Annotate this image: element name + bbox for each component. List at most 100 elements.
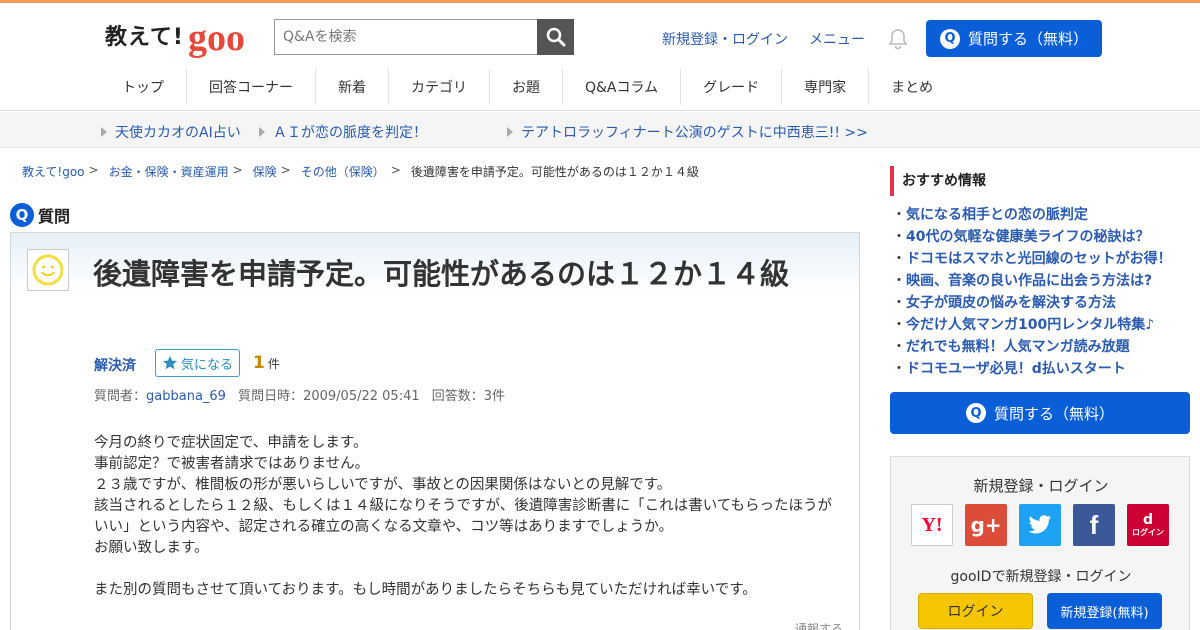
recommend-item[interactable]: だれでも無料！人気マンガ読み放題 [892,336,1192,358]
ask-question-button[interactable]: Q 質問する（無料） [926,20,1102,57]
menu-link[interactable]: メニュー [809,29,865,49]
promo-link-3[interactable]: テアトロラッフィナート公演のゲストに中西恵三!! >> [507,122,868,142]
nav-top[interactable]: トップ [100,69,187,105]
d-account-label: ログイン [1132,527,1164,537]
nav-grade[interactable]: グレード [681,69,783,105]
d-account-icon: d [1142,511,1154,528]
body-line: 該当されるとしたら１２級、もしくは１４級になりそうですが、後遺障害診断書に「これ… [94,498,833,535]
recommend-item[interactable]: 気になる相手との恋の脈判定 [892,204,1192,226]
body-blank-line [94,559,844,580]
smiley-avatar-icon [32,254,64,286]
body-line: ２３歳ですが、椎間板の形が悪いらしいですが、事故との因果関係はないとの見解です。 [94,477,672,493]
breadcrumb-home[interactable]: 教えて!goo [22,163,85,180]
yahoo-login-button[interactable]: Y! [911,504,953,546]
body-line: お願い致します。 [94,540,209,556]
question-section-label: Q 質問 [10,203,70,227]
answer-count: 回答数：3件 [431,389,506,404]
question-date: 質問日時：2009/05/22 05:41 [238,389,420,404]
question-meta: 質問者：gabbana_69 質問日時：2009/05/22 05:41 回答数… [94,385,505,404]
question-box: 後遺障害を申請予定。可能性があるのは１２か１４級 解決済 気になる 1 件 質問… [10,232,860,630]
promo-link-2[interactable]: ＡＩが恋の脈度を判定！ [259,122,427,142]
question-body: 今月の終りで症状固定で、申請をします。 事前認定？で被害者請求ではありません。 … [94,433,844,601]
nav-matome[interactable]: まとめ [869,69,955,105]
recommend-item[interactable]: ドコモはスマホと光回線のセットがお得！ [892,248,1192,270]
breadcrumb-separator: > [390,163,401,177]
recommend-item[interactable]: 40代の気軽な健康美ライフの秘訣は？ [892,226,1192,248]
arrow-right-icon [507,127,513,137]
nav-experts[interactable]: 専門家 [782,69,870,105]
register-login-link[interactable]: 新規登録・ログイン [662,29,788,49]
recommend-list: 気になる相手との恋の脈判定 40代の気軽な健康美ライフの秘訣は？ ドコモはスマホ… [892,204,1192,380]
breadcrumb-other[interactable]: その他（保険） [301,163,385,180]
nav-qa-column[interactable]: Q&Aコラム [563,69,682,105]
kininaru-count: 1 件 [253,353,280,373]
yahoo-icon: Y! [921,513,943,536]
twitter-login-button[interactable] [1019,504,1061,546]
site-header: 教えて! goo 新規登録・ログイン メニュー Q 質問する（無料） トップ 回… [0,3,1200,111]
bell-icon[interactable] [886,27,910,51]
breadcrumb-separator: > [232,163,243,177]
sns-login-row: Y! g+ f d ログイン [911,504,1169,546]
kininaru-count-unit: 件 [267,357,280,371]
search-box [274,19,574,55]
report-link[interactable]: 通報する [795,620,843,630]
nav-topic[interactable]: お題 [490,69,563,105]
avatar[interactable] [27,249,69,291]
twitter-bird-icon [1028,515,1051,534]
google-login-button[interactable]: g+ [965,504,1007,546]
search-input[interactable] [274,19,537,55]
q-icon: Q [939,28,960,49]
body-line: 今月の終りで症状固定で、申請をします。 [94,435,368,451]
recommend-item[interactable]: 映画、音楽の良い作品に出会う方法は? [892,270,1192,292]
main-nav: トップ 回答コーナー 新着 カテゴリ お題 Q&Aコラム グレード 専門家 まと… [100,69,955,105]
nav-answer-corner[interactable]: 回答コーナー [187,69,316,105]
arrow-right-icon [259,127,265,137]
breadcrumb-insurance[interactable]: 保険 [253,163,277,180]
login-button[interactable]: ログイン [918,593,1033,629]
nav-new[interactable]: 新着 [316,69,389,105]
recommend-item[interactable]: 今だけ人気マンガ100円レンタル特集♪ [892,314,1192,336]
kininaru-button[interactable]: 気になる [155,349,240,377]
promo-link-1[interactable]: 天使カカオのAI占い [101,122,241,142]
asker-label: 質問者： [94,389,147,404]
sidebar-ask-label: 質問する（無料） [993,404,1114,423]
q-badge-icon: Q [10,203,34,227]
recommend-item[interactable]: 女子が頭皮の悩みを解決する方法 [892,292,1192,314]
asker-link[interactable]: gabbana_69 [146,389,226,404]
logo-text: 教えて! [105,25,184,50]
ask-button-label: 質問する（無料） [967,30,1088,48]
sidebar-ask-button[interactable]: Q 質問する（無料） [890,392,1190,434]
kininaru-count-number: 1 [253,353,265,373]
nav-category[interactable]: カテゴリ [389,69,490,105]
promo-bar: 天使カカオのAI占い ＡＩが恋の脈度を判定！ テアトロラッフィナート公演のゲスト… [0,112,1200,148]
gooid-text: gooIDで新規登録・ログイン [950,569,1132,585]
breadcrumb-separator: > [88,163,99,177]
q-icon: Q [965,403,986,423]
solved-status: 解決済 [94,358,136,374]
facebook-login-button[interactable]: f [1073,504,1115,546]
promo-link-label: 天使カカオのAI占い [115,125,241,141]
question-title: 後遺障害を申請予定。可能性があるのは１２か１４級 [93,257,790,291]
facebook-icon: f [1089,509,1099,540]
logo-brand: goo [187,17,245,59]
star-icon [162,356,177,370]
promo-link-label: テアトロラッフィナート公演のゲストに中西恵三!! >> [521,125,868,141]
body-line: 事前認定？で被害者請求ではありません。 [94,456,370,472]
arrow-right-icon [101,127,107,137]
google-plus-icon: g+ [970,513,1002,537]
promo-link-label: ＡＩが恋の脈度を判定！ [273,125,427,141]
d-account-login-button[interactable]: d ログイン [1127,504,1169,546]
breadcrumb-money[interactable]: お金・保険・資産運用 [109,163,229,180]
register-button[interactable]: 新規登録(無料) [1047,593,1162,629]
question-label-text: 質問 [38,207,71,226]
breadcrumb-current: 後遺障害を申請予定。可能性があるのは１２か１４級 [410,165,699,179]
login-panel: 新規登録・ログイン Y! g+ f d ログイン gooIDで新規登録・ログイン… [890,456,1190,630]
kininaru-label: 気になる [180,357,233,373]
login-panel-title: 新規登録・ログイン [973,477,1109,495]
breadcrumb-separator: > [280,163,291,177]
body-line: また別の質問もさせて頂いております。もし時間がありましたらそちらも見ていただけれ… [94,582,757,598]
recommend-heading: おすすめ情報 [890,166,1190,196]
search-button[interactable] [537,19,574,55]
recommend-item[interactable]: ドコモユーザ必見！d払いスタート [892,358,1192,380]
site-logo[interactable]: 教えて! goo [105,17,245,57]
